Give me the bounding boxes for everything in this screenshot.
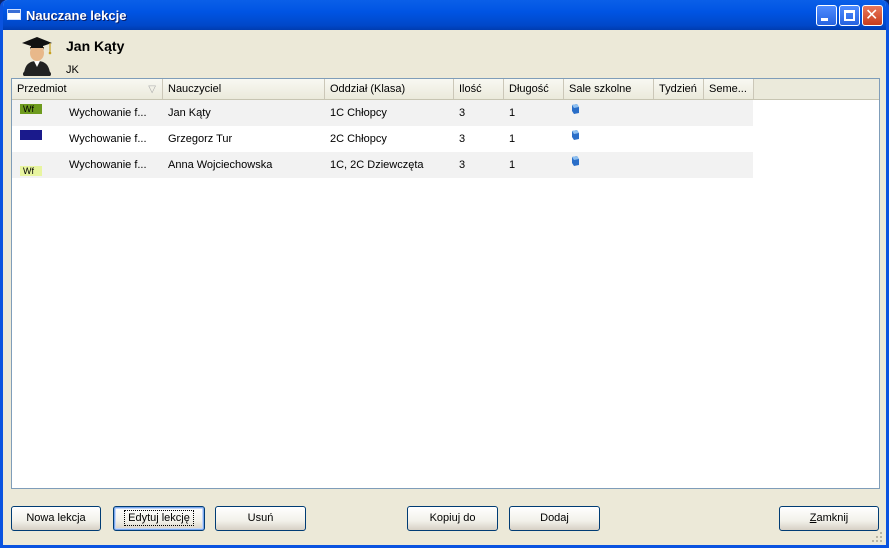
close-button[interactable]: Zamknij (779, 506, 879, 531)
cell-week (654, 100, 704, 126)
add-button[interactable]: Dodaj (509, 506, 600, 531)
classroom-icon[interactable] (571, 130, 580, 140)
delete-button[interactable]: Usuń (215, 506, 306, 531)
cell-semester (704, 152, 754, 178)
cell-subject: Wychowanie f... (69, 107, 147, 119)
minimize-button[interactable] (816, 5, 837, 26)
column-header-subject[interactable]: Przedmiot ▽ (12, 79, 163, 99)
column-header-class[interactable]: Oddział (Klasa) (325, 79, 454, 99)
table-header: Przedmiot ▽ Nauczyciel Oddział (Klasa) Il… (12, 79, 879, 100)
window-title: Nauczane lekcje (26, 8, 127, 23)
table-row[interactable]: Wf Wychowanie f... Anna Wojciechowska 1C… (12, 152, 753, 178)
maximize-button[interactable] (839, 5, 860, 26)
cell-teacher: Jan Kąty (168, 107, 211, 119)
close-window-button[interactable]: ✕ (862, 5, 883, 26)
new-lesson-button[interactable]: Nowa lekcja (11, 506, 101, 531)
cell-subject: Wychowanie f... (69, 159, 147, 171)
column-header-semester[interactable]: Seme... (704, 79, 754, 99)
cell-teacher: Grzegorz Tur (168, 133, 233, 145)
cell-subject: Wychowanie f... (69, 133, 147, 145)
subject-color-swatch: Wf (20, 166, 42, 176)
cell-class: 1C Chłopcy (330, 107, 387, 119)
edit-lesson-button[interactable]: Edytuj lekcję (113, 506, 205, 531)
cell-count: 3 (459, 159, 466, 171)
cell-length: 1 (509, 107, 516, 119)
cell-length: 1 (509, 159, 516, 171)
classroom-icon[interactable] (571, 156, 580, 166)
cell-semester (704, 100, 754, 126)
user-code: JK (66, 64, 79, 76)
cell-week (654, 152, 704, 178)
maximize-icon (844, 10, 855, 21)
copy-to-button[interactable]: Kopiuj do (407, 506, 498, 531)
lessons-window: Nauczane lekcje ✕ Jan Kąty JK Przedmiot ▽… (0, 0, 889, 548)
column-header-count[interactable]: Ilość (454, 79, 504, 99)
user-name: Jan Kąty (66, 38, 125, 54)
window-icon (7, 9, 21, 20)
cell-class: 1C, 2C Dziewczęta (330, 159, 424, 171)
close-label-rest: amknij (816, 512, 849, 524)
sort-filter-icon[interactable]: ▽ (148, 79, 156, 99)
title-bar[interactable]: Nauczane lekcje ✕ (3, 0, 886, 30)
cell-count: 3 (459, 107, 466, 119)
close-icon: ✕ (865, 5, 879, 24)
column-header-rooms[interactable]: Sale szkolne (564, 79, 654, 99)
minimize-icon (821, 18, 828, 21)
cell-semester (704, 126, 754, 152)
classroom-icon[interactable] (571, 104, 580, 114)
column-header-length[interactable]: Długość (504, 79, 564, 99)
column-header-week[interactable]: Tydzień (654, 79, 704, 99)
lessons-table[interactable]: Przedmiot ▽ Nauczyciel Oddział (Klasa) Il… (11, 78, 880, 489)
subject-color-swatch: Wf (20, 104, 42, 114)
table-row[interactable]: Wf Wychowanie f... Jan Kąty 1C Chłopcy 3… (12, 100, 753, 126)
cell-week (654, 126, 704, 152)
cell-class: 2C Chłopcy (330, 133, 387, 145)
column-header-teacher[interactable]: Nauczyciel (163, 79, 325, 99)
cell-length: 1 (509, 133, 516, 145)
teacher-graduate-icon (22, 37, 52, 76)
table-row[interactable]: Wychowanie f... Grzegorz Tur 2C Chłopcy … (12, 126, 753, 152)
cell-teacher: Anna Wojciechowska (168, 159, 273, 171)
resize-grip-icon[interactable] (872, 532, 882, 542)
cell-count: 3 (459, 133, 466, 145)
edit-lesson-label: Edytuj lekcję (124, 510, 194, 526)
subject-color-swatch (20, 130, 42, 140)
